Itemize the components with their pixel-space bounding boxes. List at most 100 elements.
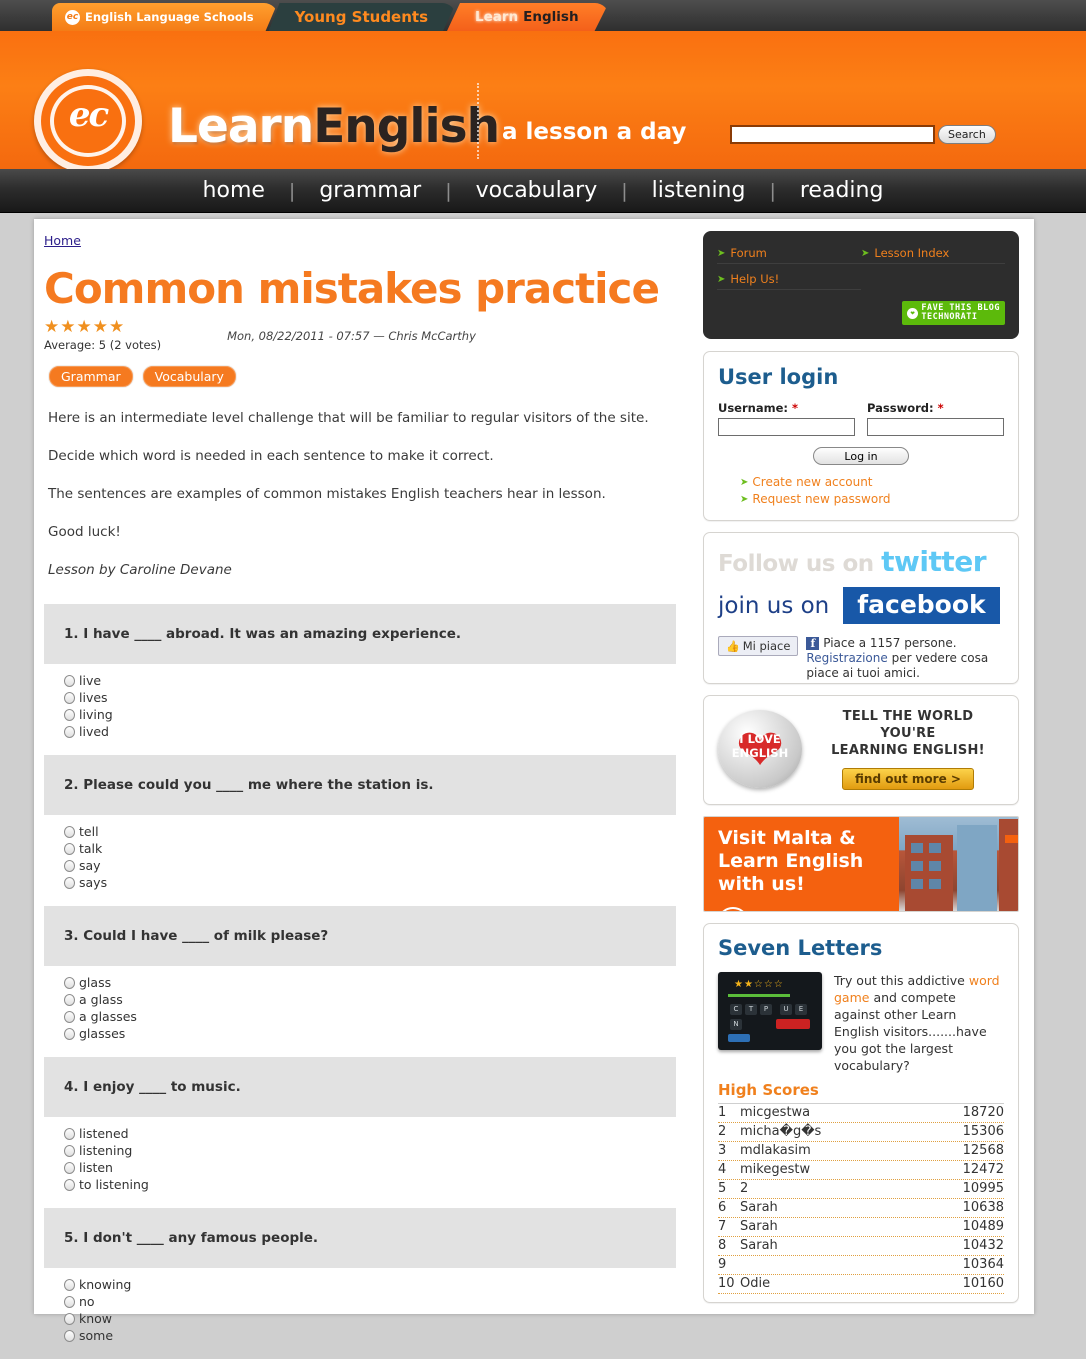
malta-ad-banner[interactable]: Visit Malta & Learn English with us! ec … — [703, 816, 1019, 912]
letter-key: T — [745, 1004, 757, 1015]
rank: 3 — [718, 1143, 727, 1158]
search-button[interactable]: Search — [938, 125, 996, 144]
ec-circle-logo-icon[interactable]: ec — [34, 69, 154, 169]
clear-key — [776, 1019, 810, 1029]
facebook-join-banner[interactable]: join us on facebook — [718, 587, 1004, 624]
radio-icon[interactable] — [64, 1161, 75, 1174]
radio-icon[interactable] — [64, 1312, 75, 1325]
sidebar-link-lesson-index[interactable]: ➤ Lesson Index — [861, 243, 1005, 264]
find-out-more-button[interactable]: find out more > — [842, 768, 974, 790]
option-row[interactable]: living — [64, 706, 676, 723]
radio-icon[interactable] — [64, 1178, 75, 1191]
radio-icon[interactable] — [64, 1127, 75, 1140]
facebook-like-button[interactable]: 👍 Mi piace — [718, 636, 799, 656]
password-field[interactable] — [867, 418, 1004, 436]
wordmark-part1: Learn — [168, 99, 314, 154]
option-row[interactable]: a glasses — [64, 1008, 676, 1025]
nav-item-home[interactable]: home — [179, 178, 289, 203]
option-row[interactable]: live — [64, 672, 676, 689]
letter-key: C — [730, 1004, 742, 1015]
radio-icon[interactable] — [64, 859, 75, 872]
player-score: 15306 — [962, 1124, 1004, 1139]
header-divider — [477, 83, 479, 159]
option-row[interactable]: listening — [64, 1142, 676, 1159]
tag-grammar[interactable]: Grammar — [48, 365, 134, 388]
fb-registration-link[interactable]: Registrazione — [806, 651, 887, 665]
player-score: 18720 — [962, 1105, 1004, 1120]
nav-item-vocabulary[interactable]: vocabulary — [452, 178, 622, 203]
option-row[interactable]: say — [64, 857, 676, 874]
sidebar-link-forum[interactable]: ➤ Forum — [717, 243, 861, 264]
radio-icon[interactable] — [64, 1278, 75, 1291]
thumbs-up-icon: 👍 — [726, 639, 740, 653]
chevron-right-icon: ➤ — [861, 247, 870, 259]
option-row[interactable]: some — [64, 1327, 676, 1344]
site-wordmark[interactable]: LearnEnglish — [168, 99, 500, 154]
option-row[interactable]: knowing — [64, 1276, 676, 1293]
tab-label: Young Students — [294, 8, 429, 26]
table-row: 8 Sarah 10432 — [718, 1237, 1004, 1256]
question-options: listened listening listen to listening — [44, 1117, 676, 1207]
login-button[interactable]: Log in — [813, 447, 909, 465]
table-row: 3 mdlakasim 12568 — [718, 1142, 1004, 1161]
twitter-follow-banner[interactable]: Follow us on twitter — [718, 545, 1004, 578]
username-field[interactable] — [718, 418, 855, 436]
radio-icon[interactable] — [64, 876, 75, 889]
option-row[interactable]: know — [64, 1310, 676, 1327]
option-row[interactable]: glasses — [64, 1025, 676, 1042]
love-line3: LEARNING ENGLISH! — [831, 743, 985, 758]
sidebar-link-help-us[interactable]: ➤ Help Us! — [717, 269, 861, 290]
radio-icon[interactable] — [64, 1010, 75, 1023]
tag-vocabulary[interactable]: Vocabulary — [141, 365, 237, 388]
option-row[interactable]: tell — [64, 823, 676, 840]
tab-learn-english[interactable]: Learn English — [447, 3, 609, 31]
technorati-badge[interactable]: ❤ FAVE THIS BLOG TECHNORATI — [902, 301, 1005, 325]
option-label: glasses — [79, 1026, 126, 1041]
request-password-link[interactable]: ➤ Request new password — [740, 492, 1004, 506]
ec-logo-icon: ec — [65, 10, 80, 25]
radio-icon[interactable] — [64, 674, 75, 687]
radio-icon[interactable] — [64, 842, 75, 855]
option-row[interactable]: to listening — [64, 1176, 676, 1193]
option-row[interactable]: listen — [64, 1159, 676, 1176]
link-label: Create new account — [752, 475, 873, 489]
rating-average: Average: 5 (2 votes) — [44, 338, 162, 352]
seven-letters-game-thumbnail[interactable]: ★★☆☆☆ C T P U E N — [718, 972, 822, 1050]
option-row[interactable]: lives — [64, 689, 676, 706]
radio-icon[interactable] — [64, 1027, 75, 1040]
progress-bar — [728, 994, 790, 997]
create-account-link[interactable]: ➤ Create new account — [740, 475, 1004, 489]
breadcrumb-home[interactable]: Home — [44, 233, 81, 248]
page-title: Common mistakes practice — [44, 264, 660, 313]
radio-icon[interactable] — [64, 825, 75, 838]
option-row[interactable]: talk — [64, 840, 676, 857]
nav-item-reading[interactable]: reading — [776, 178, 908, 203]
option-row[interactable]: glass — [64, 974, 676, 991]
love-english-panel[interactable]: ❤ I LOVE ENGLISH TELL THE WORLD YOU'RE L… — [703, 695, 1019, 805]
option-row[interactable]: says — [64, 874, 676, 891]
radio-icon[interactable] — [64, 725, 75, 738]
radio-icon[interactable] — [64, 1329, 75, 1342]
option-row[interactable]: lived — [64, 723, 676, 740]
nav-item-listening[interactable]: listening — [628, 178, 770, 203]
player-score: 10638 — [962, 1200, 1004, 1215]
article-byline: Lesson by Caroline Devane — [48, 562, 232, 578]
radio-icon[interactable] — [64, 1295, 75, 1308]
search-input[interactable] — [732, 127, 933, 142]
option-label: listening — [79, 1143, 133, 1158]
tab-english-language-schools[interactable]: ec English Language Schools — [52, 3, 278, 31]
option-row[interactable]: no — [64, 1293, 676, 1310]
radio-icon[interactable] — [64, 708, 75, 721]
nav-item-grammar[interactable]: grammar — [295, 178, 445, 203]
option-row[interactable]: listened — [64, 1125, 676, 1142]
player-score: 12472 — [962, 1162, 1004, 1177]
search-input-wrapper[interactable] — [730, 125, 935, 144]
radio-icon[interactable] — [64, 1144, 75, 1157]
radio-icon[interactable] — [64, 976, 75, 989]
radio-icon[interactable] — [64, 691, 75, 704]
radio-icon[interactable] — [64, 993, 75, 1006]
main-column: Home Common mistakes practice ★★★★★ Aver… — [34, 219, 689, 1359]
twitter-pre-label: Follow us on — [718, 551, 874, 577]
tab-young-students[interactable]: Young Students — [269, 3, 456, 31]
option-row[interactable]: a glass — [64, 991, 676, 1008]
